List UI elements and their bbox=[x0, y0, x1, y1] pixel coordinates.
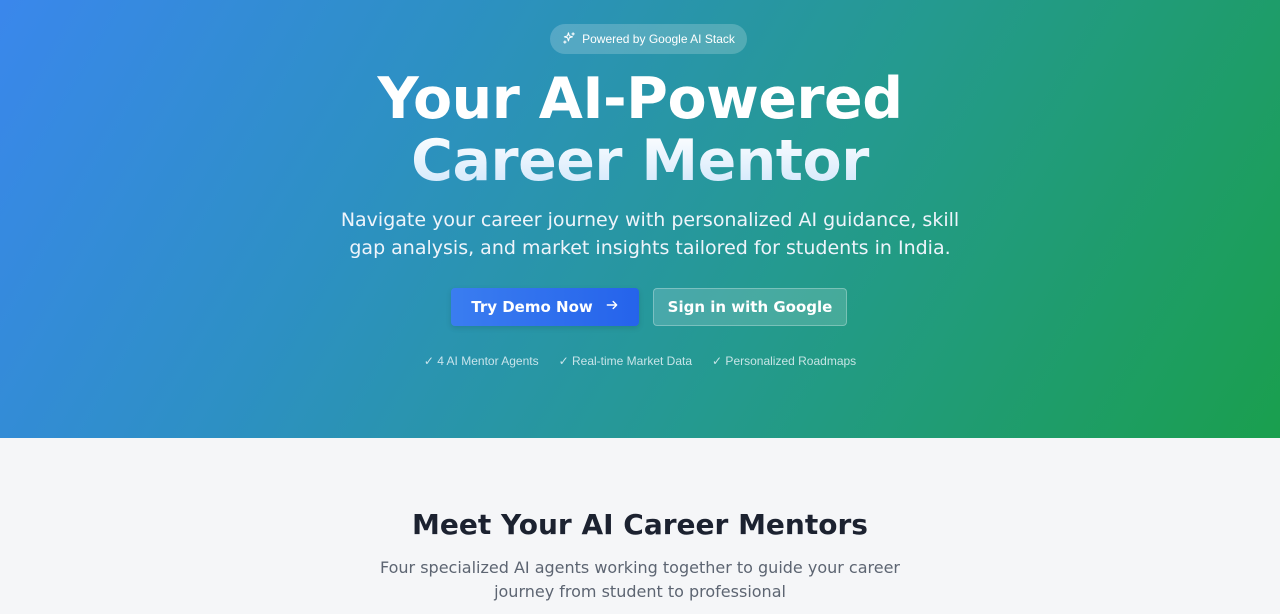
powered-by-badge: Powered by Google AI Stack bbox=[550, 24, 747, 54]
feature-item: ✓ Personalized Roadmaps bbox=[712, 354, 857, 368]
feature-item: ✓ 4 AI Mentor Agents bbox=[423, 354, 539, 368]
google-signin-label: Sign in with Google bbox=[667, 298, 833, 316]
try-demo-button[interactable]: Try Demo Now bbox=[451, 288, 639, 326]
hero-section: Powered by Google AI Stack Your AI-Power… bbox=[0, 0, 1280, 438]
section-title: Meet Your AI Career Mentors bbox=[412, 508, 868, 541]
sparkles-icon bbox=[562, 31, 576, 48]
feature-item: ✓ Real-time Market Data bbox=[558, 354, 693, 368]
hero-title: Your AI-Powered Career Mentor bbox=[0, 68, 1280, 192]
section-subtitle: Four specialized AI agents working toget… bbox=[379, 558, 901, 601]
try-demo-label: Try Demo Now bbox=[471, 298, 593, 316]
badge-label: Powered by Google AI Stack bbox=[582, 32, 735, 46]
hero-title-line-2: Career Mentor bbox=[0, 130, 1280, 192]
google-signin-button[interactable]: Sign in with Google bbox=[653, 288, 847, 326]
hero-title-line-1: Your AI-Powered bbox=[377, 66, 903, 132]
arrow-right-icon bbox=[605, 298, 619, 316]
mentors-section: Meet Your AI Career Mentors Four special… bbox=[0, 438, 1280, 614]
feature-list: ✓ 4 AI Mentor Agents ✓ Real-time Market … bbox=[0, 354, 1280, 368]
hero-subtitle: Navigate your career journey with person… bbox=[340, 209, 960, 259]
